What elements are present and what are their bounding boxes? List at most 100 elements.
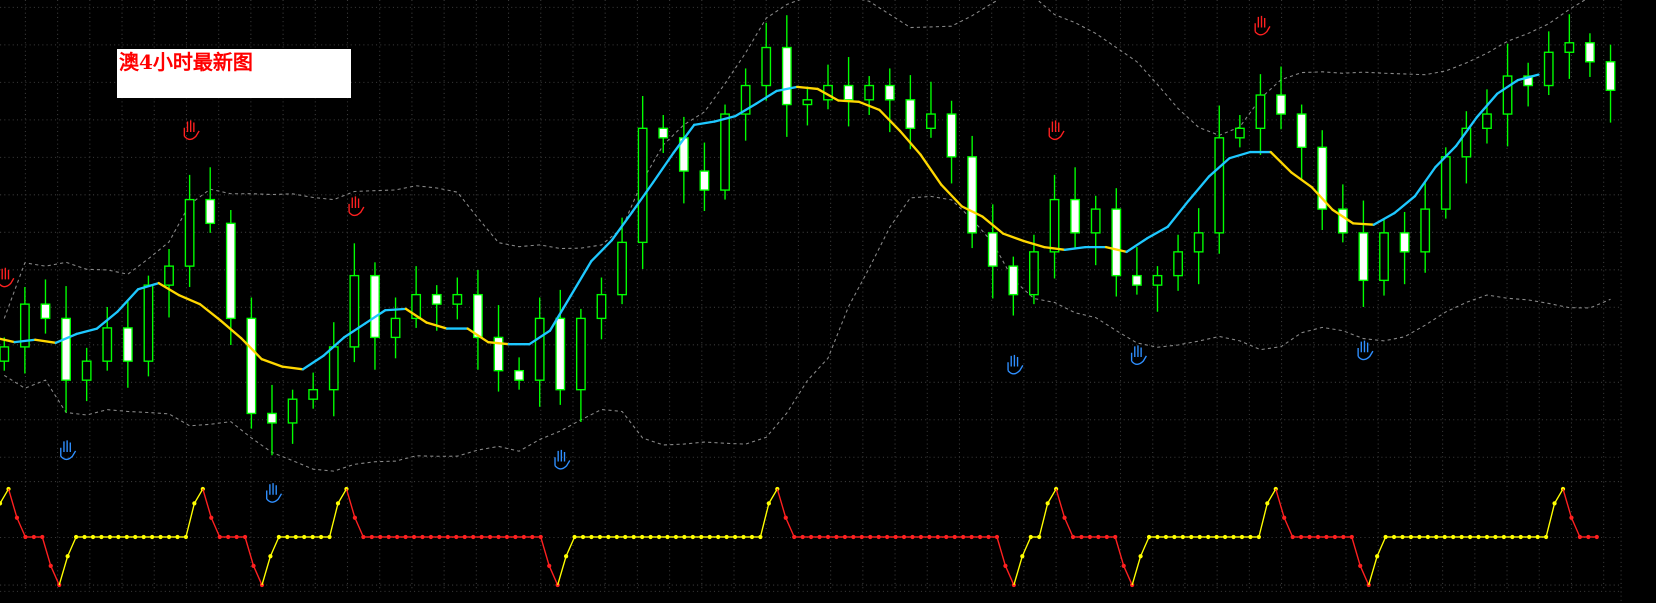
candle-body (658, 127, 669, 139)
candle-body (1173, 251, 1183, 277)
candle-body (143, 284, 154, 362)
candle-body (864, 84, 875, 101)
sell-hand-icon (1254, 15, 1271, 36)
oscillator-segment (1266, 488, 1277, 504)
ma-segment (13, 338, 37, 344)
buy-hand-icon (60, 440, 77, 461)
oscillator-segment (252, 565, 263, 586)
buy-hand-icon (266, 483, 283, 503)
ma-segment (75, 327, 99, 336)
candle-body (967, 156, 978, 234)
oscillator-segment (1114, 536, 1125, 567)
candle-body (761, 46, 772, 87)
oscillator-segment (996, 536, 1007, 567)
candle-body (225, 222, 236, 320)
candle-body (267, 412, 277, 424)
candle-body (0, 346, 10, 362)
candle-body (205, 198, 216, 225)
candle-body (884, 84, 895, 101)
buy-hand-icon (1130, 345, 1147, 366)
oscillator-segment (261, 556, 272, 586)
oscillator-segment (759, 503, 770, 538)
candle-body (946, 113, 957, 158)
candle-body (308, 388, 319, 400)
candle-body (781, 46, 792, 106)
ma-segment (590, 239, 613, 263)
candle-body (122, 327, 133, 362)
oscillator-segment (244, 536, 255, 567)
candle-body (1276, 94, 1286, 115)
buy-hand-icon (554, 449, 571, 470)
candle-body (1070, 198, 1081, 234)
candle-body (1358, 232, 1369, 282)
candle-body (555, 317, 566, 391)
ma-segment (1001, 232, 1025, 243)
candle-body (246, 317, 257, 415)
candle-body (1420, 208, 1431, 253)
candle-body (1337, 208, 1348, 234)
oscillator-segment (1131, 556, 1142, 586)
candle-body (1214, 137, 1225, 234)
oscillator-segment (1275, 488, 1285, 518)
oscillator-point (1594, 534, 1599, 540)
candle-body (1585, 42, 1595, 63)
candle-body (1029, 251, 1039, 296)
ma-segment (692, 120, 716, 127)
candle-body (164, 265, 174, 286)
ma-segment (569, 260, 593, 298)
chart-title-box: 澳4小时最新图 (117, 49, 351, 98)
candle-body (720, 113, 730, 191)
ma-segment (34, 338, 57, 344)
candle-body (328, 346, 339, 391)
ma-segment (487, 340, 510, 346)
oscillator-segment (210, 517, 221, 538)
sell-hand-icon (0, 267, 15, 288)
oscillator-segment (1004, 565, 1015, 586)
ma-segment (1393, 195, 1417, 215)
oscillator-segment (269, 536, 280, 557)
oscillator-segment (1351, 536, 1361, 567)
oscillator-segment (41, 536, 52, 567)
oscillator-segment (67, 536, 77, 557)
oscillator-segment (202, 488, 212, 518)
oscillator-segment (328, 503, 339, 538)
candle-body (1502, 75, 1513, 115)
oscillator-segment (1123, 565, 1133, 586)
candle-body (926, 113, 936, 129)
oscillator-segment (1283, 517, 1294, 538)
oscillator-segment (556, 556, 567, 586)
oscillator-segment (185, 503, 196, 538)
buy-hand-icon-shape (554, 449, 571, 470)
buy-hand-icon-shape (60, 440, 77, 461)
oscillator-segment (1553, 488, 1564, 504)
ma-segment (1063, 245, 1087, 251)
oscillator-segment (58, 556, 69, 586)
oscillator-segment (1359, 565, 1370, 586)
candle-body (1564, 42, 1575, 53)
oscillator-segment (1258, 503, 1268, 538)
sell-hand-icon (348, 196, 365, 217)
oscillator-segment (540, 536, 550, 567)
candle-body (102, 327, 113, 362)
oscillator-segment (7, 488, 18, 518)
oscillator-segment (1055, 488, 1066, 518)
candle-body (843, 84, 854, 101)
buy-hand-icon-shape (1130, 345, 1147, 366)
candle-body (1234, 127, 1245, 139)
oscillator-segment (1038, 503, 1049, 538)
candle-body (287, 398, 298, 424)
candle-body (1440, 156, 1451, 210)
candle-body (514, 369, 525, 381)
oscillator-segment (1570, 517, 1581, 538)
oscillator-segment (1562, 488, 1573, 518)
candle-body (1482, 113, 1492, 129)
ma-segment (1166, 199, 1190, 228)
oscillator-segment (0, 488, 10, 504)
oscillator-segment (1063, 517, 1074, 538)
candle-body (1296, 113, 1307, 149)
candle-body (1255, 94, 1266, 129)
oscillator-segment (1047, 488, 1057, 504)
candle-body (1379, 232, 1389, 282)
candle-body (637, 127, 648, 244)
candle-body (349, 274, 360, 348)
